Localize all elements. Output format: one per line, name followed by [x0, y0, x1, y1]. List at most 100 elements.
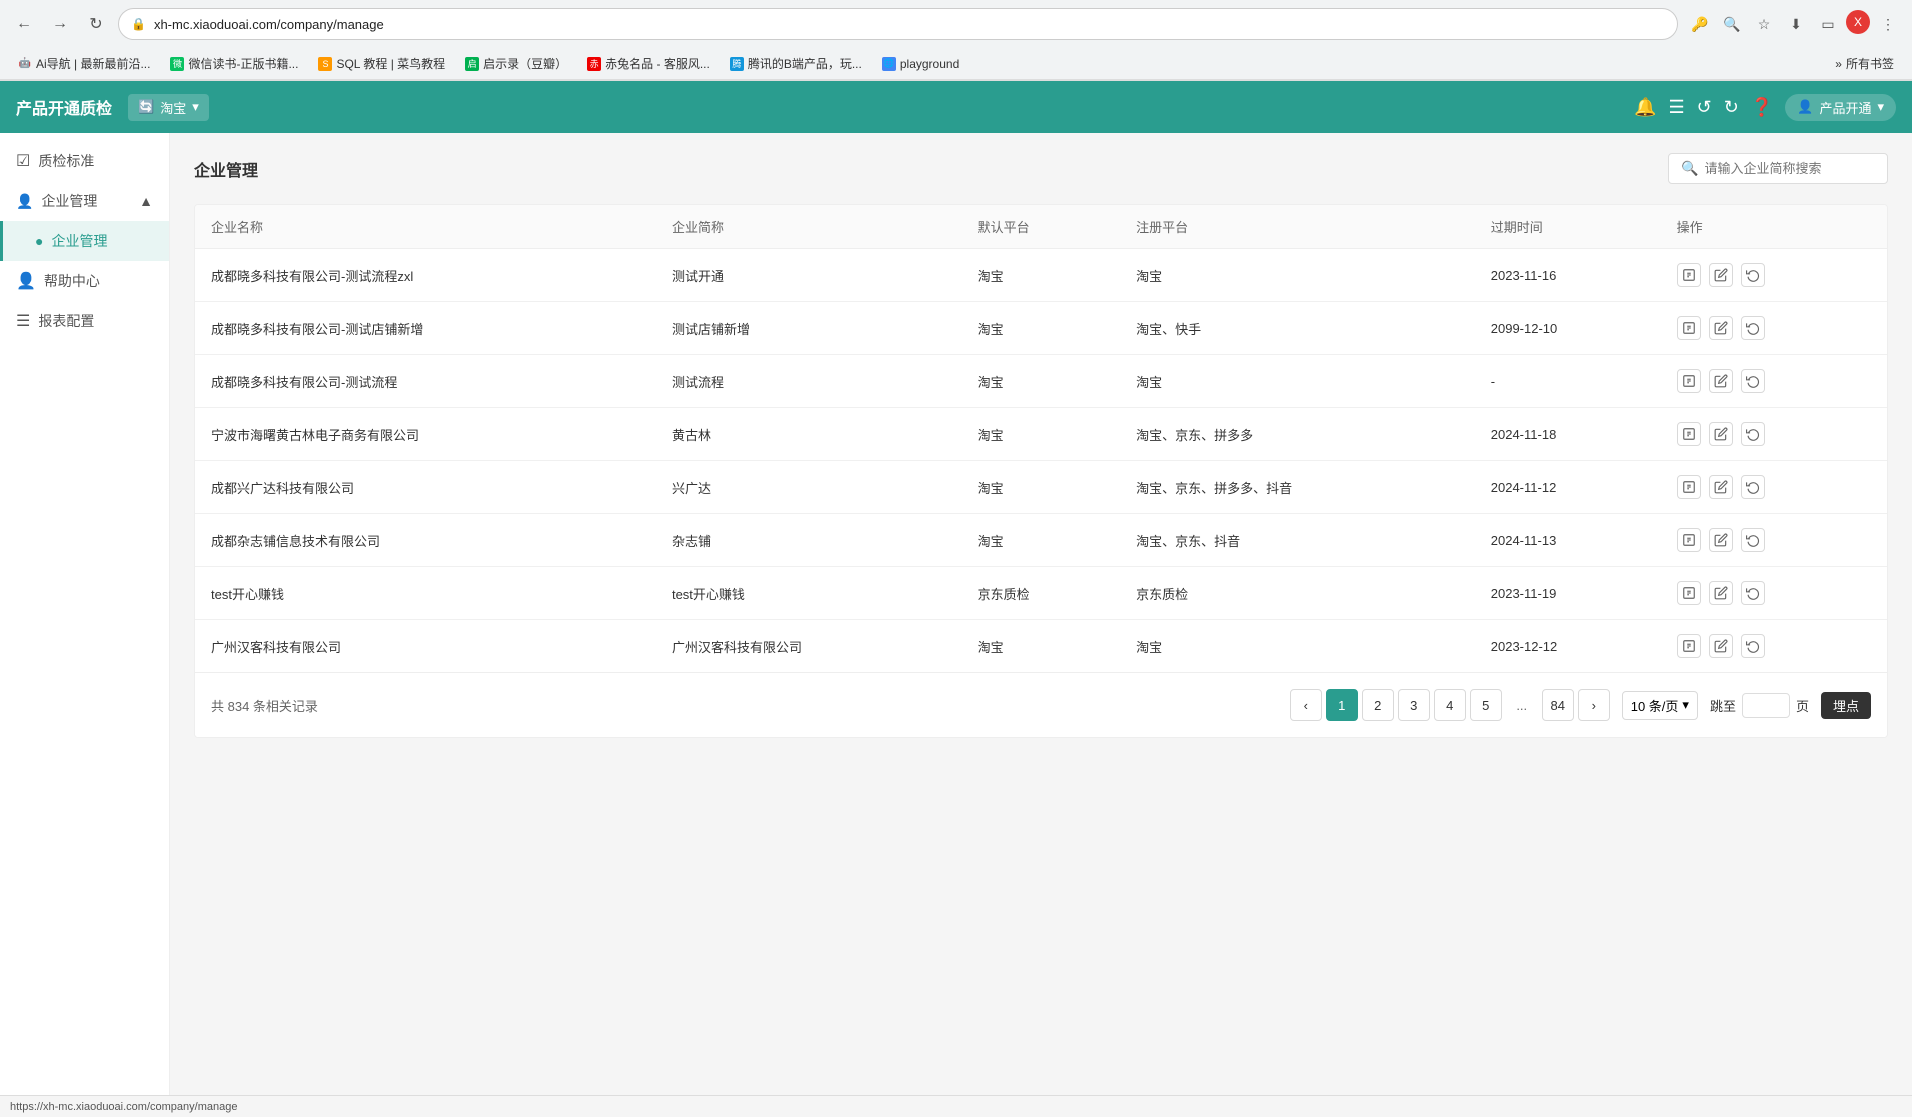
reset-button[interactable]: [1741, 475, 1765, 499]
cell-company-name: 成都晓多科技有限公司-测试店铺新增: [195, 302, 656, 355]
content-area: 企业管理 🔍 企业名称 企业简称 默认平台 注册平台 过期时间: [170, 133, 1912, 1095]
cell-expire-time: 2023-11-19: [1475, 567, 1661, 620]
back-button[interactable]: ←: [10, 10, 38, 38]
bookmark-tencent[interactable]: 腾 腾讯的B端产品，玩...: [722, 52, 870, 75]
cell-company-short: 测试店铺新增: [656, 302, 962, 355]
edit-button[interactable]: [1709, 263, 1733, 287]
bookmark-star-icon[interactable]: ☆: [1750, 10, 1778, 38]
view-detail-button[interactable]: [1677, 528, 1701, 552]
bookmark-sql[interactable]: S SQL 教程 | 菜鸟教程: [310, 52, 453, 75]
secure-icon: 🔒: [131, 17, 146, 31]
table-row: 成都晓多科技有限公司-测试店铺新增 测试店铺新增 淘宝 淘宝、快手 2099-1…: [195, 302, 1887, 355]
help-icon[interactable]: ❓: [1751, 97, 1773, 118]
cell-company-short: 兴广达: [656, 461, 962, 514]
password-icon[interactable]: 🔑: [1686, 10, 1714, 38]
app-container: 产品开通质检 🔄 淘宝 ▾ 🔔 ☰ ↺ ↻ ❓ 👤 产品开通 ▾ ☑ 质检标准: [0, 81, 1912, 1095]
bookmark-ai[interactable]: 🤖 Ai导航 | 最新最前沿...: [10, 52, 158, 75]
search-box[interactable]: 🔍: [1668, 153, 1888, 184]
next-page-button[interactable]: ›: [1578, 689, 1610, 721]
prev-page-button[interactable]: ‹: [1290, 689, 1322, 721]
cell-register-platform: 淘宝、京东、拼多多、抖音: [1120, 461, 1475, 514]
edit-button[interactable]: [1709, 316, 1733, 340]
table-head: 企业名称 企业简称 默认平台 注册平台 过期时间 操作: [195, 205, 1887, 249]
header-right-icons: 🔔 ☰ ↺ ↻ ❓ 👤 产品开通 ▾: [1634, 94, 1896, 121]
company-management-label: 企业管理: [51, 231, 107, 251]
cell-company-short: 广州汉客科技有限公司: [656, 620, 962, 673]
col-register-platform: 注册平台: [1120, 205, 1475, 249]
reset-button[interactable]: [1741, 581, 1765, 605]
quality-standard-label: 质检标准: [38, 151, 94, 171]
edit-button[interactable]: [1709, 634, 1733, 658]
more-bookmarks-button[interactable]: » 所有书签: [1827, 52, 1902, 75]
bookmark-qishilu[interactable]: 启 启示录（豆瓣）: [457, 52, 575, 75]
address-bar[interactable]: 🔒 xh-mc.xiaoduoai.com/company/manage: [118, 8, 1678, 40]
sidebar-group-company-header[interactable]: 👤 企业管理 ▲: [0, 181, 169, 221]
bookmarks-bar: 🤖 Ai导航 | 最新最前沿... 微 微信读书-正版书籍... S SQL 教…: [0, 48, 1912, 80]
edit-button[interactable]: [1709, 369, 1733, 393]
col-expire-time: 过期时间: [1475, 205, 1661, 249]
bookmark-playground[interactable]: 🌐 playground: [874, 54, 967, 74]
menu-icon[interactable]: ⋮: [1874, 10, 1902, 38]
jump-to-label: 跳至: [1710, 696, 1736, 715]
sidebar-toggle-icon[interactable]: ▭: [1814, 10, 1842, 38]
page-4-button[interactable]: 4: [1434, 689, 1466, 721]
status-url: https://xh-mc.xiaoduoai.com/company/mana…: [10, 1101, 237, 1113]
bell-icon[interactable]: 🔔: [1634, 97, 1656, 118]
page-unit-label: 页: [1796, 696, 1809, 715]
user-button[interactable]: 👤 产品开通 ▾: [1785, 94, 1896, 121]
page-header: 企业管理 🔍: [194, 153, 1888, 184]
reset-button[interactable]: [1741, 528, 1765, 552]
reset-button[interactable]: [1741, 634, 1765, 658]
profile-icon[interactable]: X: [1846, 10, 1870, 34]
app-title: 产品开通质检: [16, 95, 112, 119]
platform-selector[interactable]: 🔄 淘宝 ▾: [128, 94, 209, 121]
table-header-row: 企业名称 企业简称 默认平台 注册平台 过期时间 操作: [195, 205, 1887, 249]
edit-button[interactable]: [1709, 475, 1733, 499]
view-detail-button[interactable]: [1677, 581, 1701, 605]
cell-actions: [1661, 620, 1887, 673]
sidebar-item-company-management[interactable]: ● 企业管理: [0, 221, 169, 261]
user-chevron-icon: ▾: [1877, 99, 1884, 115]
reset-button[interactable]: [1741, 422, 1765, 446]
page-2-button[interactable]: 2: [1362, 689, 1394, 721]
list-icon[interactable]: ☰: [1669, 97, 1685, 118]
view-detail-button[interactable]: [1677, 263, 1701, 287]
edit-button[interactable]: [1709, 581, 1733, 605]
view-detail-button[interactable]: [1677, 634, 1701, 658]
reload-button[interactable]: ↻: [82, 10, 110, 38]
reset-button[interactable]: [1741, 263, 1765, 287]
browser-chrome: ← → ↻ 🔒 xh-mc.xiaoduoai.com/company/mana…: [0, 0, 1912, 81]
forward-button[interactable]: →: [46, 10, 74, 38]
view-detail-button[interactable]: [1677, 316, 1701, 340]
cell-company-name: 成都杂志铺信息技术有限公司: [195, 514, 656, 567]
page-3-button[interactable]: 3: [1398, 689, 1430, 721]
sidebar-item-help-center[interactable]: 👤 帮助中心: [0, 261, 169, 301]
cell-register-platform: 淘宝: [1120, 355, 1475, 408]
reset-button[interactable]: [1741, 369, 1765, 393]
view-detail-button[interactable]: [1677, 475, 1701, 499]
cell-actions: [1661, 567, 1887, 620]
sidebar-item-report-config[interactable]: ☰ 报表配置: [0, 301, 169, 341]
jump-to-input[interactable]: [1742, 693, 1790, 718]
sidebar-item-quality-standard[interactable]: ☑ 质检标准: [0, 141, 169, 181]
refresh-cw-icon[interactable]: ↺: [1697, 97, 1712, 118]
search-input[interactable]: [1704, 161, 1875, 176]
edit-button[interactable]: [1709, 528, 1733, 552]
bookmark-chitu[interactable]: 赤 赤兔名品 - 客服风...: [579, 52, 718, 75]
edit-button[interactable]: [1709, 422, 1733, 446]
view-detail-button[interactable]: [1677, 369, 1701, 393]
download-icon[interactable]: ⬇: [1782, 10, 1810, 38]
confirm-jump-button[interactable]: 埋点: [1821, 692, 1871, 719]
page-5-button[interactable]: 5: [1470, 689, 1502, 721]
sidebar-sub-company: ● 企业管理: [0, 221, 169, 261]
page-last-button[interactable]: 84: [1542, 689, 1574, 721]
data-table: 企业名称 企业简称 默认平台 注册平台 过期时间 操作 成都晓多科技有限公司-测…: [195, 205, 1887, 672]
reset-button[interactable]: [1741, 316, 1765, 340]
zoom-icon[interactable]: 🔍: [1718, 10, 1746, 38]
sync-icon[interactable]: ↻: [1724, 97, 1739, 118]
bookmark-wechat[interactable]: 微 微信读书-正版书籍...: [162, 52, 306, 75]
page-1-button[interactable]: 1: [1326, 689, 1358, 721]
view-detail-button[interactable]: [1677, 422, 1701, 446]
platform-label: 淘宝: [160, 98, 186, 117]
per-page-select[interactable]: 10 条/页 ▾: [1622, 691, 1698, 720]
